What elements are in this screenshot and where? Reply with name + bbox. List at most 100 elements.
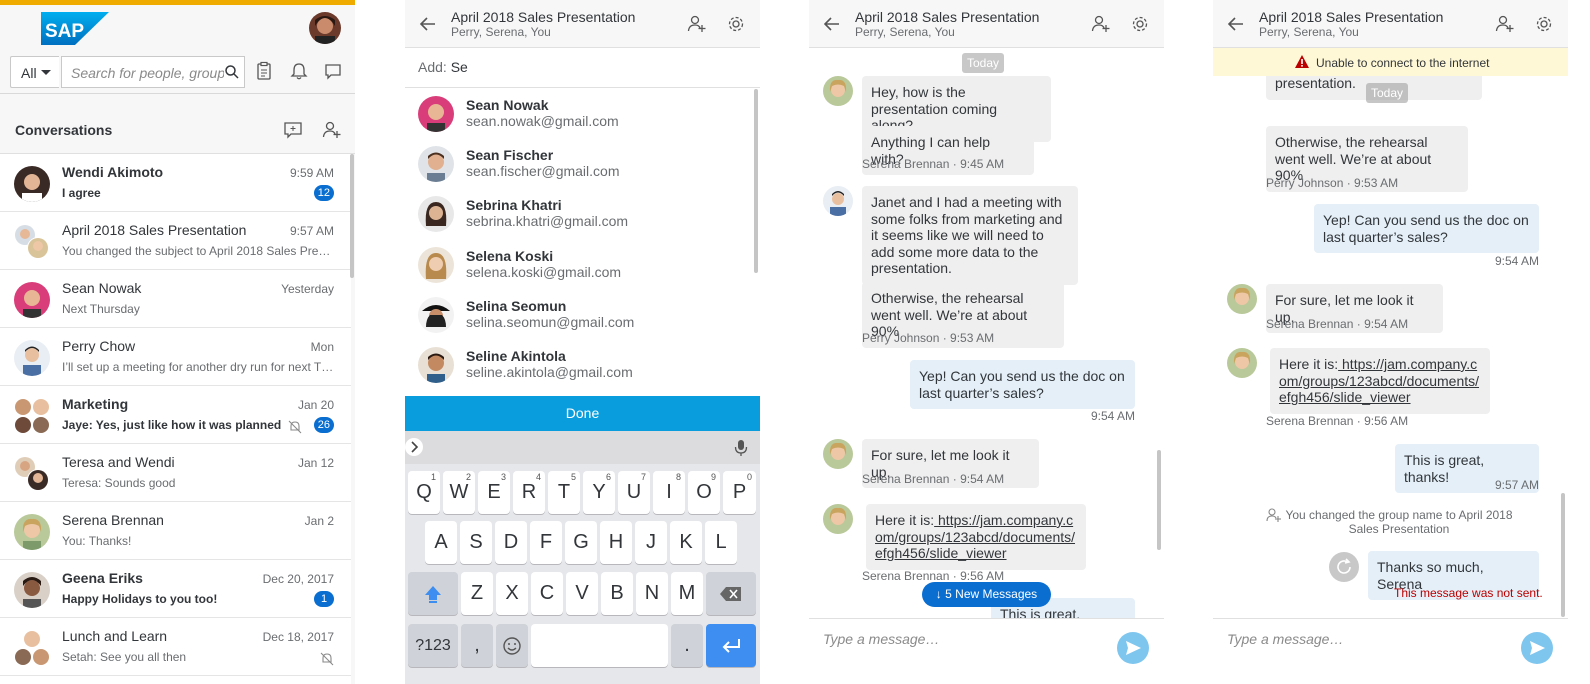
message-composer[interactable]: Type a message… [1213, 618, 1568, 684]
chat-icon[interactable] [323, 61, 343, 81]
key-e[interactable]: 3E [478, 471, 510, 514]
key-r[interactable]: 4R [513, 471, 545, 514]
key-p[interactable]: 0P [723, 471, 756, 514]
message-bubble-own[interactable]: Yep! Can you send us the doc on last qua… [1314, 204, 1539, 253]
add-participant-field[interactable]: Add: Se [405, 48, 760, 88]
emoji-icon [503, 637, 521, 655]
avatar [418, 196, 454, 232]
key-q[interactable]: 1Q [408, 471, 440, 514]
key-b[interactable]: B [601, 572, 633, 615]
done-button[interactable]: Done [405, 396, 760, 431]
message-bubble[interactable]: Here it is: https://jam.company.com/grou… [1270, 348, 1490, 414]
conversation-item[interactable]: Serena Brennan Jan 2 You: Thanks! [0, 502, 351, 560]
add-person-icon[interactable] [687, 14, 707, 34]
enter-key[interactable] [706, 624, 756, 667]
conversation-item[interactable]: Teresa and Wendi Jan 12 Teresa: Sounds g… [0, 444, 351, 502]
space-key[interactable] [531, 624, 668, 667]
gear-icon[interactable] [1130, 14, 1150, 34]
key-w[interactable]: 2W [443, 471, 475, 514]
key-k[interactable]: K [670, 521, 702, 564]
scrollbar[interactable] [1561, 493, 1565, 617]
conversation-preview: I’ll set up a meeting for another dry ru… [62, 360, 336, 374]
suggestion-item[interactable]: Sean Nowak sean.nowak@gmail.com [405, 89, 755, 139]
comma-key[interactable]: , [461, 624, 493, 667]
sap-logo[interactable]: SAP [41, 12, 109, 45]
key-f[interactable]: F [530, 521, 562, 564]
user-avatar[interactable] [309, 12, 341, 44]
chat-panel-offline: April 2018 Sales Presentation Perry, Ser… [1213, 0, 1568, 684]
key-a[interactable]: A [425, 521, 457, 564]
message-composer[interactable]: Type a message… [809, 618, 1164, 684]
arrow-down-icon: ↓ [935, 587, 942, 601]
search-input[interactable]: Search for people, groups [61, 56, 245, 88]
gear-icon[interactable] [726, 14, 746, 34]
suggestion-item[interactable]: Sebrina Khatri sebrina.khatri@gmail.com [405, 189, 755, 239]
send-button[interactable] [1117, 632, 1149, 664]
retry-icon[interactable] [1329, 552, 1359, 582]
filter-select[interactable]: All [10, 56, 59, 88]
key-l[interactable]: L [705, 521, 737, 564]
conversation-item[interactable]: Wendi Akimoto 9:59 AM I agree 12 [0, 154, 351, 212]
conversation-item[interactable]: Geena Eriks Dec 20, 2017 Happy Holidays … [0, 560, 351, 618]
key-h[interactable]: H [600, 521, 632, 564]
key-y[interactable]: 6Y [583, 471, 615, 514]
message-meta: Serena Brennan · 9:56 AM [862, 569, 1005, 583]
suggestion-name: Selina Seomun [466, 298, 567, 314]
key-n[interactable]: N [636, 572, 668, 615]
back-arrow-icon[interactable] [1227, 15, 1245, 33]
bell-icon[interactable] [289, 61, 309, 81]
chevron-right-icon[interactable] [405, 438, 423, 456]
message-bubble[interactable]: Janet and I had a meeting with some folk… [862, 186, 1078, 285]
key-i[interactable]: 8I [653, 471, 685, 514]
microphone-icon[interactable] [734, 439, 748, 457]
key-v[interactable]: V [566, 572, 598, 615]
gear-icon[interactable] [1534, 14, 1554, 34]
back-arrow-icon[interactable] [419, 15, 437, 33]
add-person-icon[interactable] [1495, 14, 1515, 34]
add-person-icon[interactable] [1091, 14, 1111, 34]
message-bubble[interactable]: Here it is: https://jam.company.com/grou… [866, 504, 1086, 570]
emoji-key[interactable] [496, 624, 528, 667]
message-bubble-own[interactable]: Yep! Can you send us the doc on last qua… [910, 360, 1135, 409]
add-label: Add: [418, 59, 447, 75]
conversation-item[interactable]: Marketing Jan 20 Jaye: Yes, just like ho… [0, 386, 351, 444]
conversation-item[interactable]: Perry Chow Mon I’ll set up a meeting for… [0, 328, 351, 386]
new-group-icon[interactable] [322, 120, 342, 140]
key-u[interactable]: 7U [618, 471, 650, 514]
conversations-header: Conversations [0, 108, 355, 154]
suggestion-name: Sebrina Khatri [466, 197, 562, 213]
conversation-item[interactable]: Sean Nowak Yesterday Next Thursday [0, 270, 351, 328]
back-arrow-icon[interactable] [823, 15, 841, 33]
scrollbar[interactable] [754, 89, 758, 273]
key-m[interactable]: M [671, 572, 703, 615]
group-avatar [15, 631, 49, 665]
key-x[interactable]: X [496, 572, 528, 615]
suggestion-email: sean.fischer@gmail.com [466, 163, 620, 179]
shift-key[interactable] [408, 572, 458, 615]
suggestion-item[interactable]: Selena Koski selena.koski@gmail.com [405, 240, 755, 290]
new-messages-button[interactable]: ↓ 5 New Messages [922, 582, 1051, 607]
conversation-item[interactable]: April 2018 Sales Presentation 9:57 AM Yo… [0, 212, 351, 270]
send-button[interactable] [1521, 632, 1553, 664]
key-g[interactable]: G [565, 521, 597, 564]
key-c[interactable]: C [531, 572, 563, 615]
period-key[interactable]: . [671, 624, 703, 667]
scrollbar[interactable] [350, 154, 354, 278]
key-s[interactable]: S [460, 521, 492, 564]
symbols-key[interactable]: ?123 [408, 624, 458, 667]
conversation-preview: Jaye: Yes, just like how it was planned [62, 418, 282, 432]
suggestion-item[interactable]: Selina Seomun selina.seomun@gmail.com [405, 290, 755, 340]
suggestion-item[interactable]: Sean Fischer sean.fischer@gmail.com [405, 139, 755, 189]
new-conversation-icon[interactable] [283, 120, 303, 140]
key-o[interactable]: 9O [688, 471, 720, 514]
suggestion-item[interactable]: Seline Akintola seline.akintola@gmail.co… [405, 340, 755, 390]
conversation-item[interactable]: Lunch and Learn Dec 18, 2017 Setah: See … [0, 618, 351, 676]
backspace-key[interactable] [706, 572, 756, 615]
tasks-icon[interactable] [254, 61, 274, 81]
scrollbar[interactable] [1157, 450, 1161, 550]
key-j[interactable]: J [635, 521, 667, 564]
key-t[interactable]: 5T [548, 471, 580, 514]
key-d[interactable]: D [495, 521, 527, 564]
key-z[interactable]: Z [461, 572, 493, 615]
search-icon[interactable] [224, 64, 240, 80]
